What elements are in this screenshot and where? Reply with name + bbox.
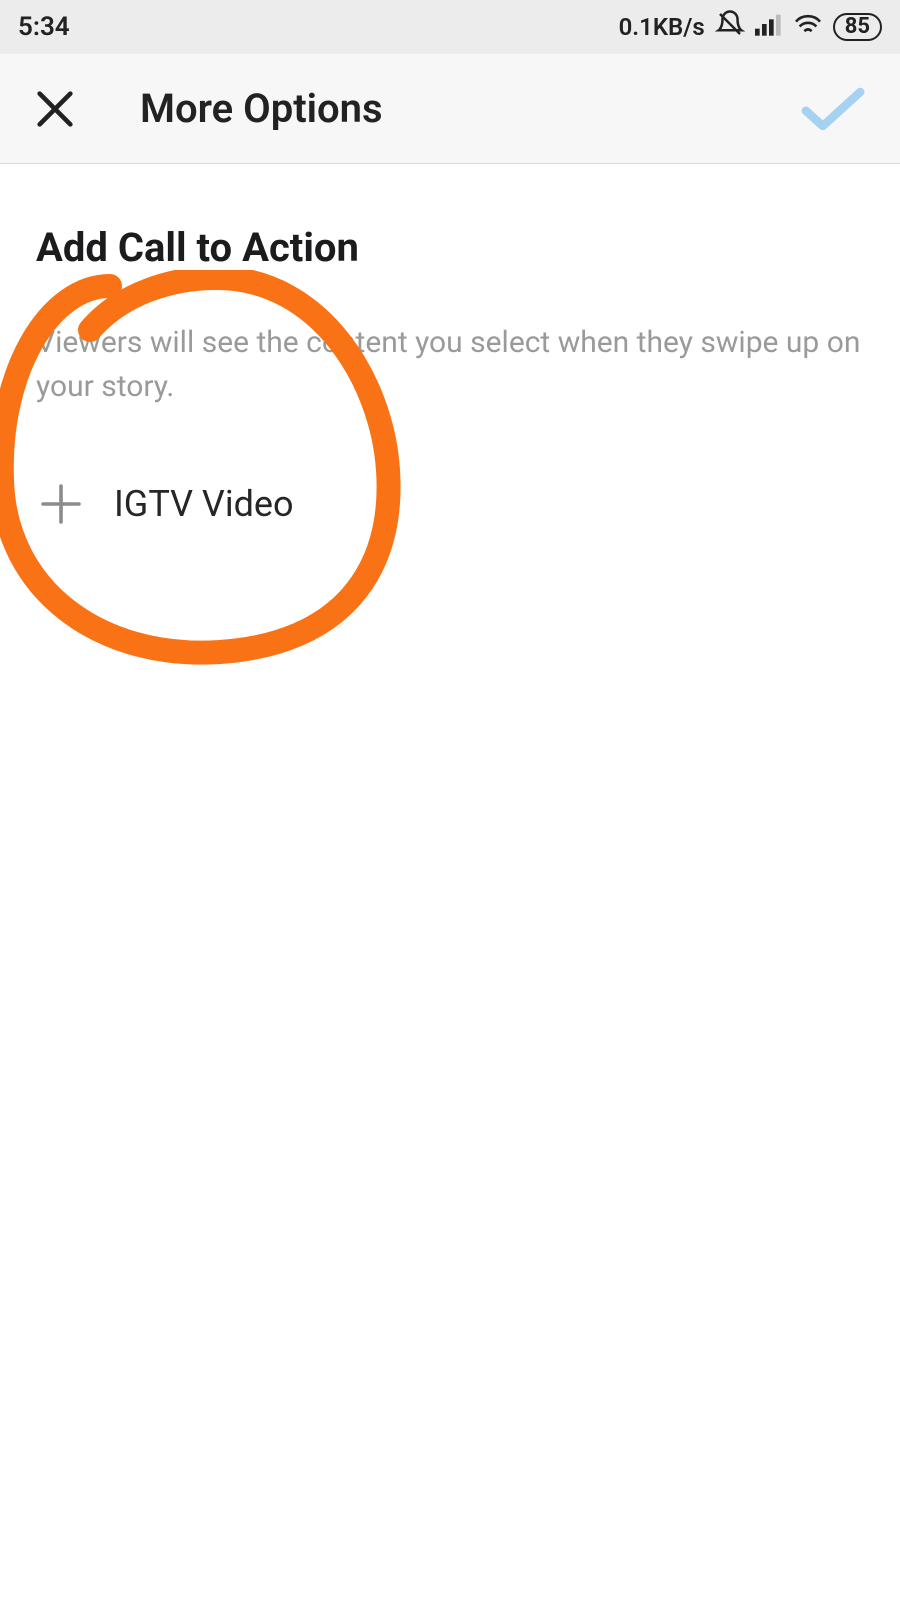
close-button[interactable]	[30, 84, 80, 134]
status-icons: 0.1KB/s 85	[619, 9, 882, 46]
section-title: Add Call to Action	[36, 224, 864, 271]
battery-indicator: 85	[833, 13, 882, 41]
option-label: IGTV Video	[114, 483, 294, 525]
wifi-icon	[793, 12, 823, 43]
page-title: More Options	[140, 85, 796, 132]
plus-icon	[36, 479, 86, 529]
battery-value: 85	[845, 14, 870, 40]
section-description: Viewers will see the content you select …	[36, 321, 864, 409]
status-time: 5:34	[18, 12, 70, 42]
content-area: Add Call to Action Viewers will see the …	[0, 164, 900, 529]
signal-icon	[755, 12, 783, 43]
status-bar: 5:34 0.1KB/s 85	[0, 0, 900, 54]
confirm-button[interactable]	[796, 79, 870, 139]
page-header: More Options	[0, 54, 900, 164]
add-igtv-video-row[interactable]: IGTV Video	[36, 479, 864, 529]
data-rate: 0.1KB/s	[619, 13, 705, 41]
mute-icon	[715, 9, 745, 46]
